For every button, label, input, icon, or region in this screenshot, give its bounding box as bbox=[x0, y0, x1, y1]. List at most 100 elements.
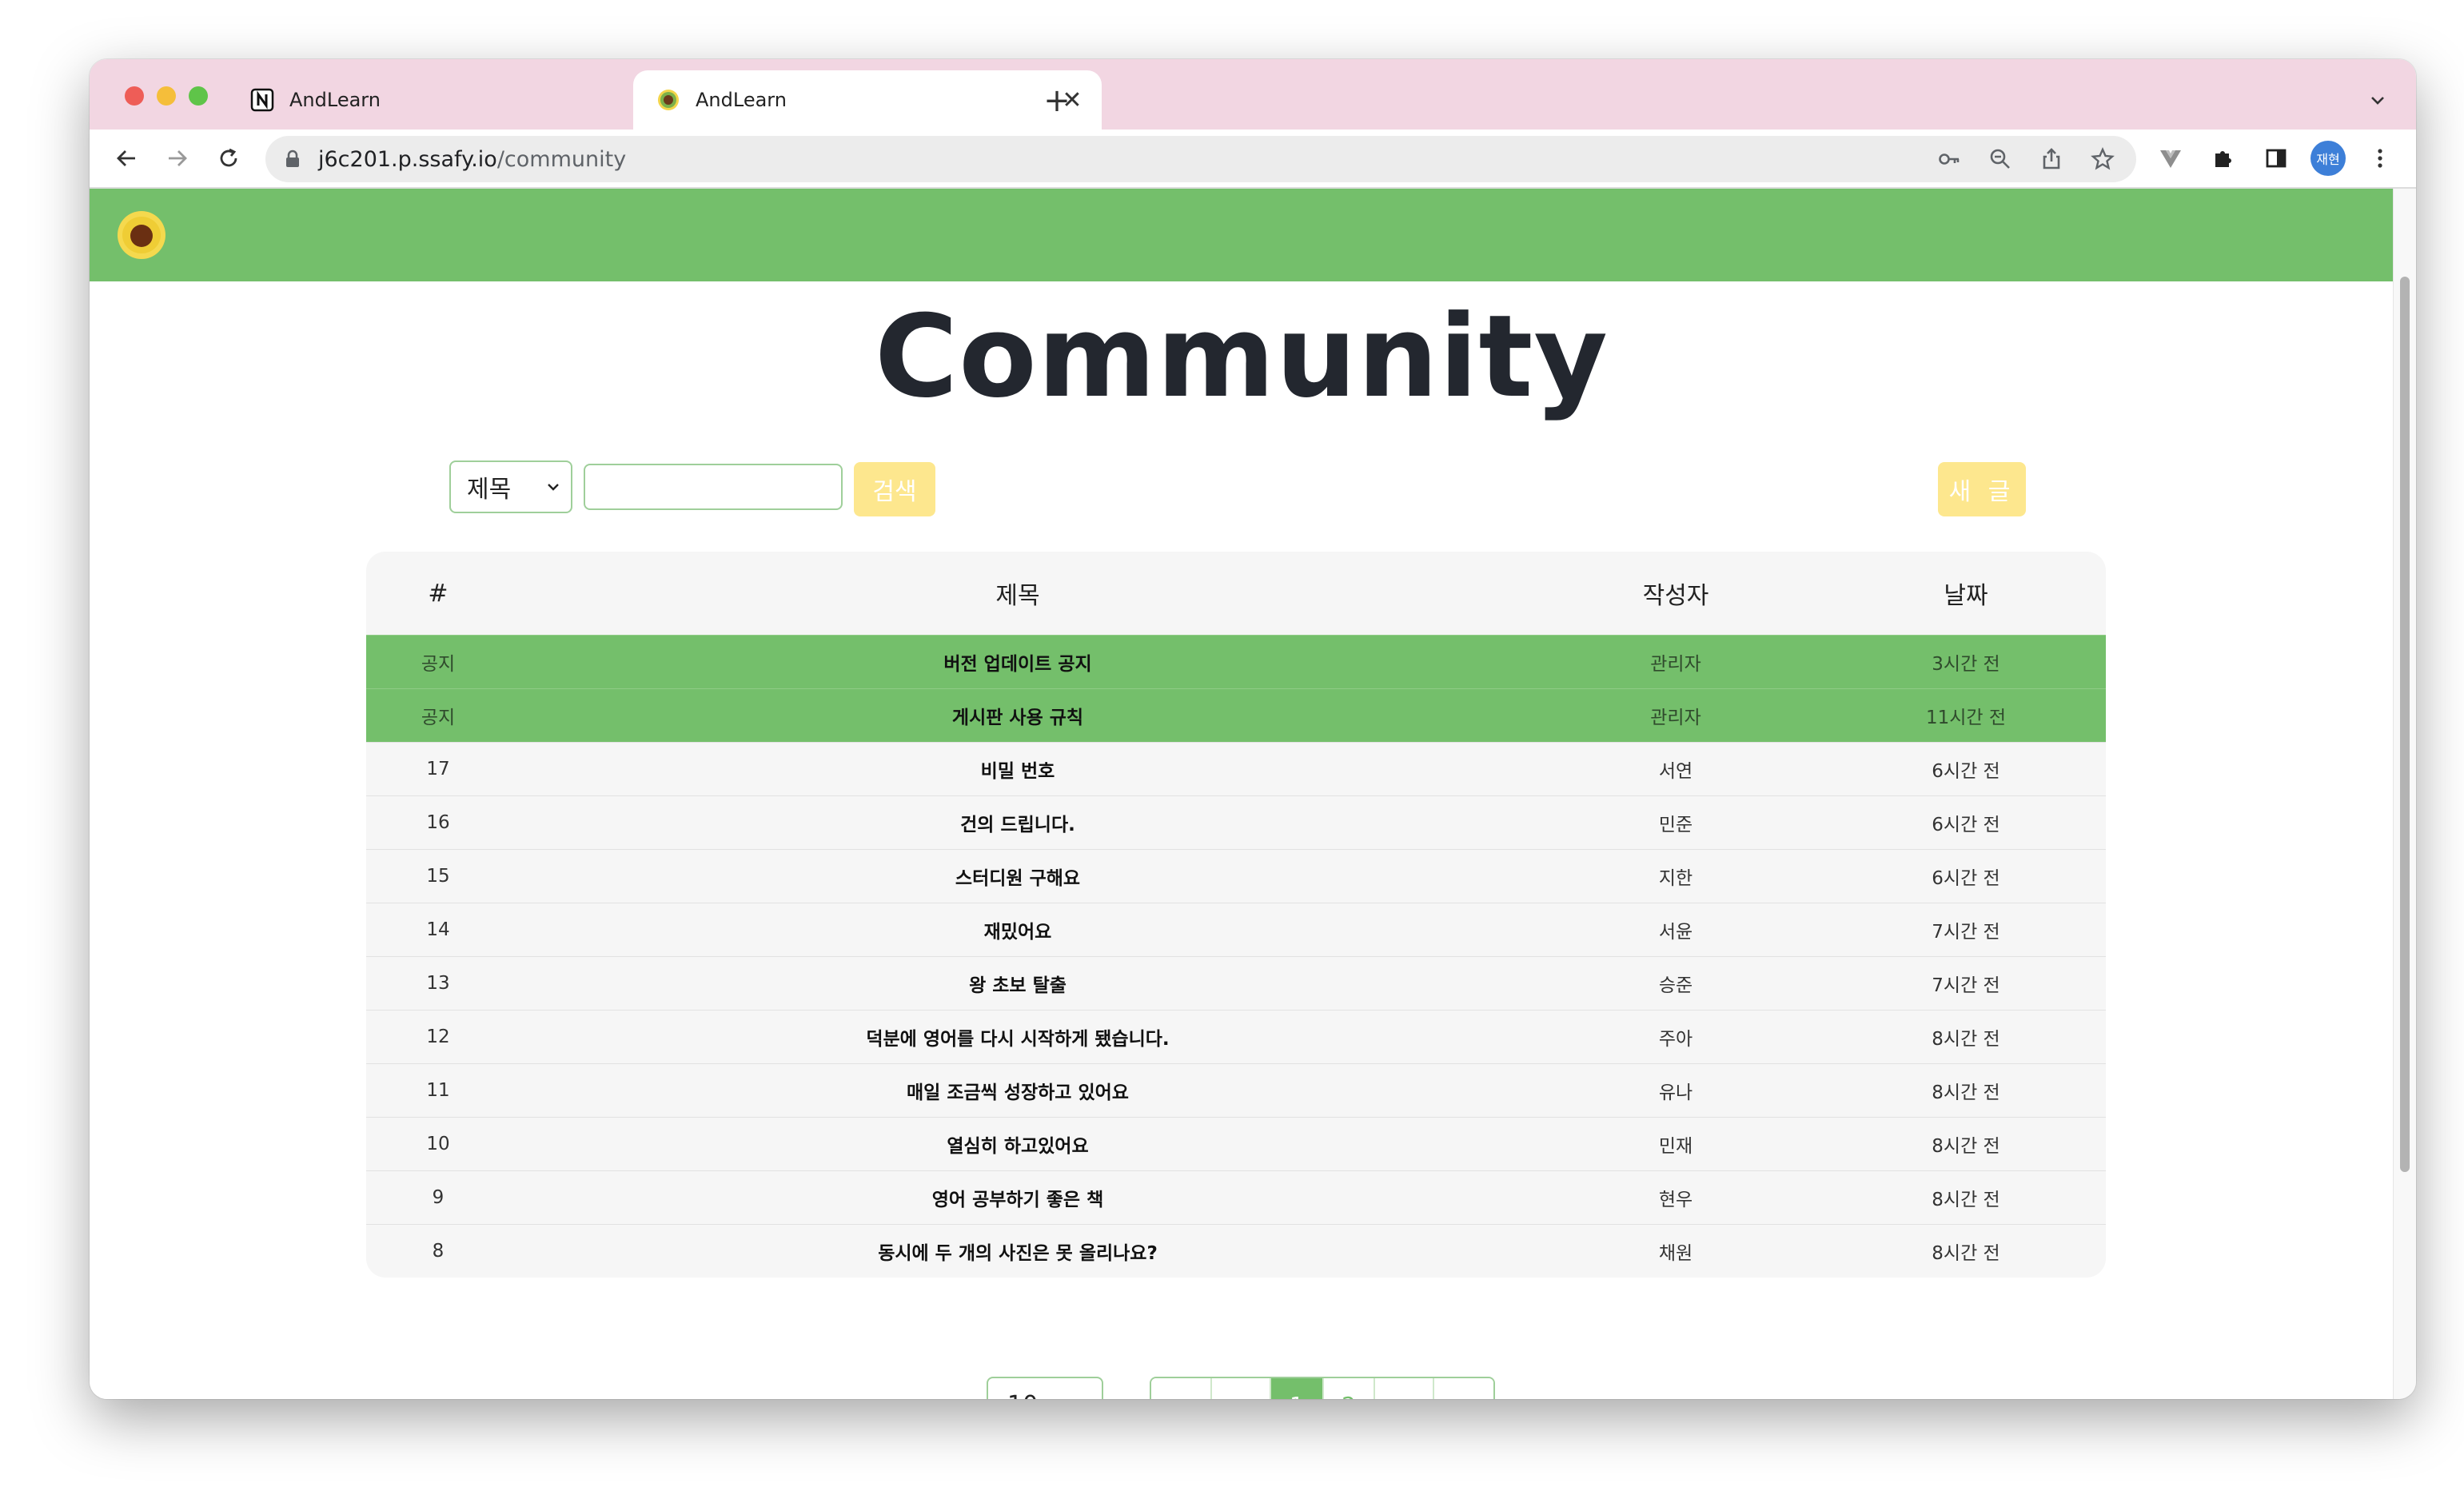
row-number: 8 bbox=[432, 1241, 445, 1262]
row-title[interactable]: 동시에 두 개의 사진은 못 올리나요? bbox=[510, 1238, 1525, 1265]
row-author: 채원 bbox=[1658, 1243, 1693, 1264]
row-date: 8시간 전 bbox=[1932, 1190, 2000, 1210]
key-icon[interactable] bbox=[1935, 145, 1964, 173]
share-icon[interactable] bbox=[2037, 145, 2066, 173]
row-author: 관리자 bbox=[1650, 708, 1701, 728]
row-title[interactable]: 영어 공부하기 좋은 책 bbox=[510, 1184, 1525, 1211]
page-size-select[interactable]: 10 bbox=[987, 1377, 1103, 1399]
page-content: Community 제목 검색 새 글 # 제목 작성자 날짜 공지 버전 업데… bbox=[90, 189, 2394, 1399]
row-author: 서윤 bbox=[1658, 922, 1693, 943]
row-author: 민재 bbox=[1658, 1136, 1693, 1157]
header-date: 날짜 bbox=[1944, 582, 1988, 610]
row-number: 9 bbox=[432, 1187, 445, 1208]
bookmark-star-icon[interactable] bbox=[2088, 145, 2117, 173]
page-title: Community bbox=[875, 291, 1609, 423]
row-number: 14 bbox=[426, 919, 450, 940]
next-page-button[interactable]: › bbox=[1375, 1378, 1434, 1399]
notice-row[interactable]: 공지 버전 업데이트 공지 관리자 3시간 전 bbox=[366, 635, 2106, 688]
row-title[interactable]: 건의 드립니다. bbox=[510, 809, 1525, 836]
row-number: 13 bbox=[426, 973, 450, 994]
first-page-button[interactable]: « bbox=[1151, 1378, 1212, 1399]
more-menu-icon[interactable] bbox=[2362, 140, 2398, 177]
vue-devtools-icon[interactable] bbox=[2152, 140, 2189, 177]
table-row[interactable]: 16 건의 드립니다. 민준 6시간 전 bbox=[366, 795, 2106, 849]
row-title[interactable]: 버전 업데이트 공지 bbox=[510, 648, 1525, 676]
row-title[interactable]: 게시판 사용 규칙 bbox=[510, 702, 1525, 729]
extensions-puzzle-icon[interactable] bbox=[2205, 140, 2242, 177]
table-row[interactable]: 8 동시에 두 개의 사진은 못 올리나요? 채원 8시간 전 bbox=[366, 1224, 2106, 1278]
search-button[interactable]: 검색 bbox=[854, 462, 935, 516]
table-row[interactable]: 9 영어 공부하기 좋은 책 현우 8시간 전 bbox=[366, 1170, 2106, 1224]
row-number: 10 bbox=[426, 1134, 450, 1154]
search-field-select[interactable]: 제목 bbox=[449, 460, 572, 513]
row-title[interactable]: 매일 조금씩 성장하고 있어요 bbox=[510, 1077, 1525, 1104]
last-page-button[interactable]: » bbox=[1434, 1378, 1493, 1399]
page-button-1[interactable]: 1 bbox=[1271, 1378, 1324, 1399]
table-row[interactable]: 12 덕분에 영어를 다시 시작하게 됐습니다. 주아 8시간 전 bbox=[366, 1010, 2106, 1063]
notice-row[interactable]: 공지 게시판 사용 규칙 관리자 11시간 전 bbox=[366, 688, 2106, 742]
new-post-button[interactable]: 새 글 bbox=[1938, 462, 2026, 516]
table-header: # 제목 작성자 날짜 bbox=[366, 552, 2106, 635]
forward-arrow-icon[interactable] bbox=[157, 138, 198, 179]
row-author: 주아 bbox=[1658, 1029, 1693, 1050]
browser-toolbar: j6c201.p.ssafy.io/community 재현 bbox=[90, 130, 2416, 189]
header-author: 작성자 bbox=[1642, 582, 1709, 610]
row-date: 6시간 전 bbox=[1932, 815, 2000, 835]
profile-avatar[interactable]: 재현 bbox=[2310, 141, 2346, 176]
row-date: 7시간 전 bbox=[1932, 975, 2000, 996]
maximize-window-button[interactable] bbox=[189, 86, 208, 106]
url-path: /community bbox=[496, 146, 627, 172]
row-author: 지한 bbox=[1658, 868, 1693, 889]
row-date: 8시간 전 bbox=[1932, 1243, 2000, 1264]
row-number: 16 bbox=[426, 812, 450, 833]
andlearn-icon bbox=[656, 87, 681, 113]
row-title[interactable]: 비밀 번호 bbox=[510, 755, 1525, 783]
browser-window: AndLearn ✕ AndLearn ✕ + j bbox=[90, 59, 2416, 1399]
pagination: « ‹ 1 2 › » bbox=[1150, 1377, 1495, 1399]
row-date: 3시간 전 bbox=[1932, 654, 2000, 675]
row-number: 15 bbox=[426, 866, 450, 887]
row-title[interactable]: 스터디원 구해요 bbox=[510, 863, 1525, 890]
table-row[interactable]: 11 매일 조금씩 성장하고 있어요 유나 8시간 전 bbox=[366, 1063, 2106, 1117]
page-scrollbar[interactable] bbox=[2393, 189, 2416, 1399]
row-date: 8시간 전 bbox=[1932, 1029, 2000, 1050]
table-row[interactable]: 10 열심히 하고있어요 민재 8시간 전 bbox=[366, 1117, 2106, 1170]
table-row[interactable]: 14 재밌어요 서윤 7시간 전 bbox=[366, 903, 2106, 956]
minimize-window-button[interactable] bbox=[157, 86, 176, 106]
back-arrow-icon[interactable] bbox=[106, 138, 147, 179]
chevron-down-icon bbox=[1079, 1397, 1095, 1399]
page-size-value: 10 bbox=[1007, 1391, 1038, 1400]
lock-icon[interactable] bbox=[285, 150, 307, 169]
close-window-button[interactable] bbox=[125, 86, 144, 106]
row-author: 서연 bbox=[1658, 761, 1693, 782]
zoom-out-icon[interactable] bbox=[1986, 145, 2015, 173]
andlearn-logo-icon[interactable] bbox=[115, 208, 168, 261]
page-button-2[interactable]: 2 bbox=[1324, 1378, 1375, 1399]
row-date: 6시간 전 bbox=[1932, 761, 2000, 782]
row-title[interactable]: 재밌어요 bbox=[510, 916, 1525, 943]
chevron-down-icon bbox=[548, 484, 559, 491]
row-title[interactable]: 왕 초보 탈출 bbox=[510, 970, 1525, 997]
table-row[interactable]: 13 왕 초보 탈출 승준 7시간 전 bbox=[366, 956, 2106, 1010]
row-number: 12 bbox=[426, 1027, 450, 1047]
table-row[interactable]: 17 비밀 번호 서연 6시간 전 bbox=[366, 742, 2106, 795]
new-tab-button[interactable]: + bbox=[1031, 75, 1082, 126]
header-number: # bbox=[428, 579, 449, 608]
prev-page-button[interactable]: ‹ bbox=[1212, 1378, 1271, 1399]
side-panel-icon[interactable] bbox=[2258, 140, 2295, 177]
search-input[interactable] bbox=[584, 464, 843, 510]
header-title: 제목 bbox=[995, 582, 1040, 610]
row-title[interactable]: 덕분에 영어를 다시 시작하게 됐습니다. bbox=[510, 1023, 1525, 1050]
row-date: 11시간 전 bbox=[1925, 708, 2007, 728]
url-text: j6c201.p.ssafy.io/community bbox=[318, 147, 626, 172]
chevron-down-icon[interactable] bbox=[2355, 78, 2400, 123]
row-date: 7시간 전 bbox=[1932, 922, 2000, 943]
row-number: 공지 bbox=[421, 708, 456, 728]
search-field-value: 제목 bbox=[467, 476, 512, 504]
table-row[interactable]: 15 스터디원 구해요 지한 6시간 전 bbox=[366, 849, 2106, 903]
address-bar[interactable]: j6c201.p.ssafy.io/community bbox=[265, 136, 2136, 182]
tab-title: AndLearn bbox=[696, 89, 787, 111]
row-title[interactable]: 열심히 하고있어요 bbox=[510, 1130, 1525, 1158]
scrollbar-thumb[interactable] bbox=[2400, 277, 2410, 1172]
reload-icon[interactable] bbox=[208, 138, 249, 179]
